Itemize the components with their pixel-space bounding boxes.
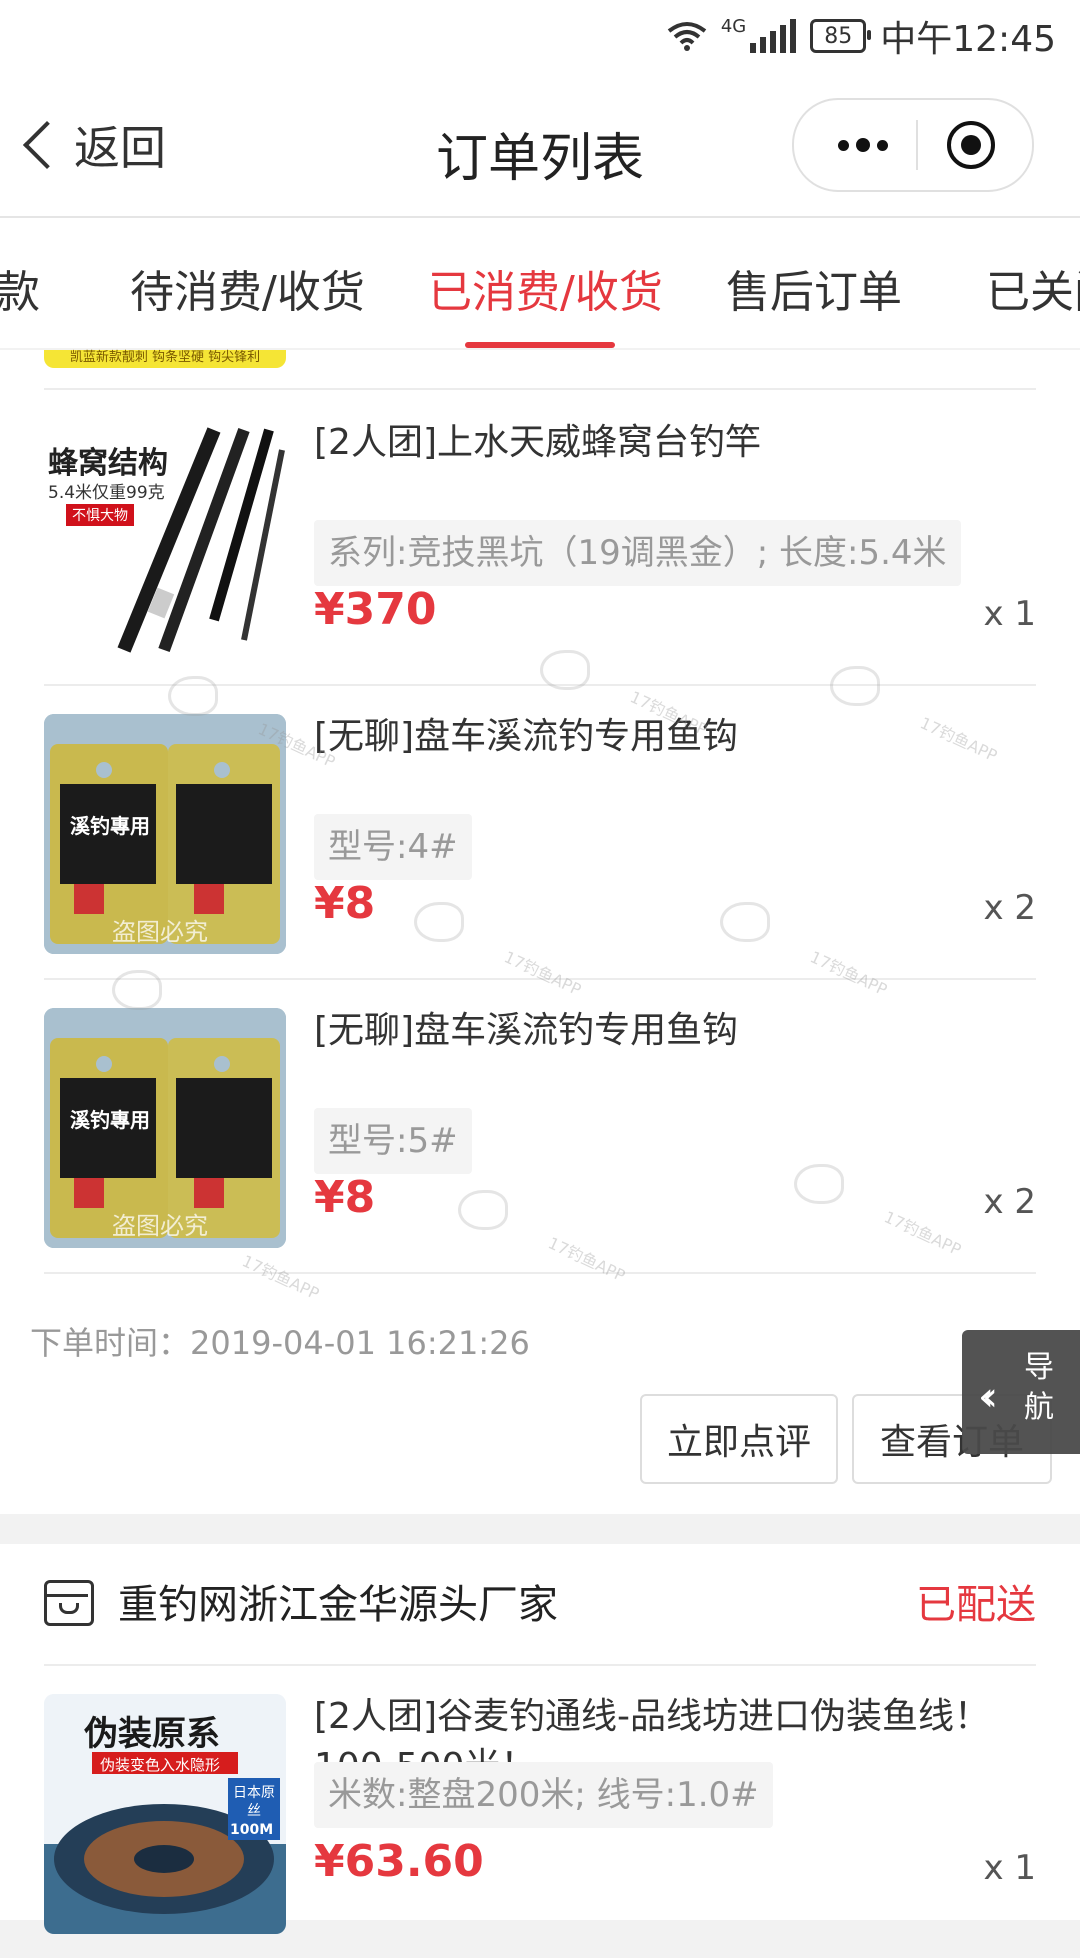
navigation-bar: 返回 订单列表 xyxy=(0,72,1080,218)
promo-strip: 凯蓝新款靓刺 钩条坚硬 钩尖锋利 xyxy=(44,350,286,368)
network-type: 4G xyxy=(720,15,747,37)
tab-partial[interactable]: 款 xyxy=(0,256,40,320)
order-time: 下单时间：2019-04-01 16:21:26 xyxy=(30,1324,530,1362)
tab-consumed[interactable]: 已消费/收货 xyxy=(428,256,663,320)
thumbnail-badge-length: 100M xyxy=(230,1822,274,1838)
product-thumbnail: 溪钓專用 盗图必究 xyxy=(44,714,286,954)
product-price: ¥8 xyxy=(314,1172,376,1223)
status-bar: 4G 85 中午12:45 xyxy=(0,0,1080,72)
thumbnail-watermark: 盗图必究 xyxy=(112,918,208,946)
capsule-divider xyxy=(916,120,918,170)
dot-icon xyxy=(838,139,849,151)
thumbnail-pack-label: 溪钓專用 xyxy=(70,814,150,838)
thumbnail-pack-label: 溪钓專用 xyxy=(70,1108,150,1132)
product-spec: 米数:整盘200米; 线号:1.0# xyxy=(314,1762,773,1828)
close-miniprogram-button[interactable] xyxy=(947,121,995,169)
product-title: [无聊]盘车溪流钓专用鱼钩 xyxy=(314,1010,739,1051)
order-item[interactable]: 溪钓專用 盗图必究 [无聊]盘车溪流钓专用鱼钩 型号:5# ¥8 x 2 xyxy=(0,978,1080,1272)
thumbnail-headline: 伪装原系 xyxy=(84,1714,220,1754)
thumbnail-tag: 不惧大物 xyxy=(66,504,134,526)
product-spec: 型号:5# xyxy=(314,1108,472,1174)
clock: 中午12:45 xyxy=(880,19,1056,60)
product-price: ¥370 xyxy=(314,584,437,635)
product-thumbnail: 溪钓專用 盗图必究 xyxy=(44,1008,286,1248)
product-quantity: x 2 xyxy=(983,888,1036,928)
order-card: 重钓网浙江金华源头厂家 已配送 伪装原系 伪装变色入水隐形 日本原丝 100M … xyxy=(0,1544,1080,1934)
order-item[interactable]: 伪装原系 伪装变色入水隐形 日本原丝 100M [2人团]谷麦钓通线-品线坊进口… xyxy=(0,1664,1080,1958)
more-button[interactable] xyxy=(818,100,908,190)
dot-icon xyxy=(877,139,888,151)
thumbnail-watermark: 盗图必究 xyxy=(112,1212,208,1240)
product-title: [无聊]盘车溪流钓专用鱼钩 xyxy=(314,716,739,757)
thumbnail-headline: 蜂窝结构 xyxy=(48,446,168,481)
order-item[interactable]: 蜂窝结构 5.4米仅重99克 不惧大物 [2人团]上水天威蜂窝台钓竿 系列:竞技… xyxy=(0,390,1080,684)
order-card: 凯蓝新款靓刺 钩条坚硬 钩尖锋利 蜂窝结构 5.4米仅重99克 不惧大物 [2人… xyxy=(0,350,1080,1514)
product-spec: 系列:竞技黑坑（19调黑金）; 长度:5.4米 xyxy=(314,520,961,586)
product-price: ¥8 xyxy=(314,878,376,929)
review-button[interactable]: 立即点评 xyxy=(640,1394,838,1484)
tab-closed[interactable]: 已关闭 xyxy=(986,256,1080,320)
signal-icon xyxy=(750,19,797,53)
wifi-icon xyxy=(667,22,707,51)
dot-icon xyxy=(856,138,870,152)
product-quantity: x 2 xyxy=(983,1182,1036,1222)
product-title: [2人团]上水天威蜂窝台钓竿 xyxy=(314,422,761,463)
order-tabs: 款 待消费/收货 已消费/收货 售后订单 已关闭 xyxy=(0,218,1080,348)
product-quantity: x 1 xyxy=(983,594,1036,634)
thumbnail-subtitle: 伪装变色入水隐形 xyxy=(100,1756,221,1774)
product-price: ¥63.60 xyxy=(314,1836,484,1887)
shop-icon xyxy=(44,1580,94,1626)
order-item[interactable]: 溪钓專用 盗图必究 [无聊]盘车溪流钓专用鱼钩 型号:4# ¥8 x 2 xyxy=(0,684,1080,978)
tab-pending-consume[interactable]: 待消费/收货 xyxy=(130,256,365,320)
battery-level: 85 xyxy=(824,23,853,49)
thumbnail-badge: 日本原丝 xyxy=(233,1785,275,1819)
divider xyxy=(44,1272,1036,1274)
tab-after-sales[interactable]: 售后订单 xyxy=(726,256,902,320)
floating-nav-label: 导航 xyxy=(1024,1350,1054,1425)
battery-icon: 85 xyxy=(810,19,872,53)
product-thumbnail: 蜂窝结构 5.4米仅重99克 不惧大物 xyxy=(44,420,286,660)
active-tab-indicator xyxy=(465,342,615,348)
shop-name[interactable]: 重钓网浙江金华源头厂家 xyxy=(118,1572,558,1630)
product-quantity: x 1 xyxy=(983,1848,1036,1888)
thumbnail-subtitle: 5.4米仅重99克 xyxy=(48,483,165,503)
product-spec: 型号:4# xyxy=(314,814,472,880)
product-thumbnail: 伪装原系 伪装变色入水隐形 日本原丝 100M xyxy=(44,1694,286,1934)
double-chevron-left-icon: ‹‹ xyxy=(978,1374,998,1420)
order-status: 已配送 xyxy=(916,1582,1036,1628)
floating-nav-button[interactable]: ‹‹ 导航 xyxy=(962,1330,1080,1454)
miniprogram-capsule xyxy=(792,98,1034,192)
